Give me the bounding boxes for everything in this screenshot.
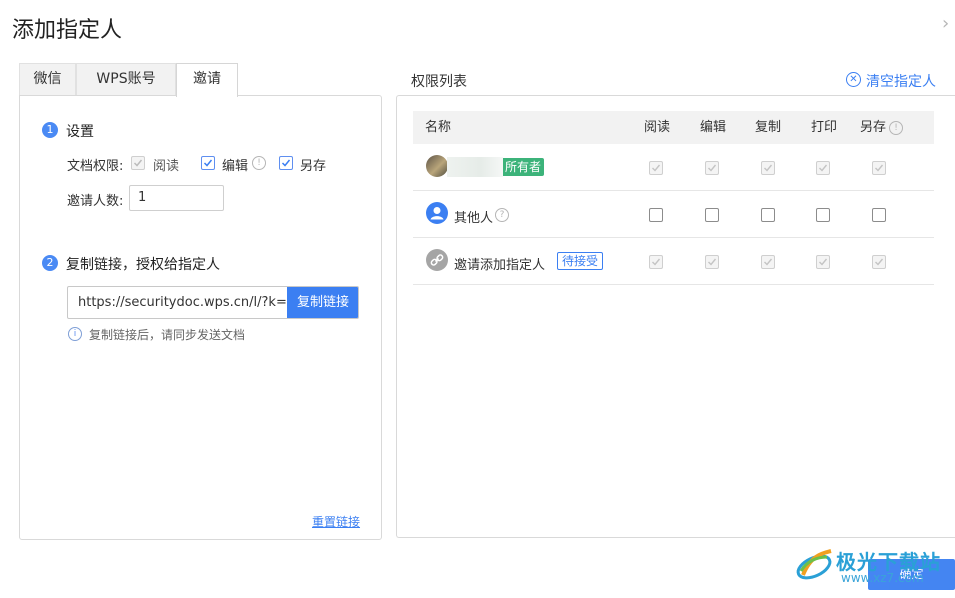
user-icon-avatar — [426, 202, 448, 224]
edit-checkbox[interactable] — [705, 208, 719, 222]
save-as-checkbox[interactable] — [279, 156, 293, 170]
step-2-number: 2 — [42, 255, 58, 271]
doc-permission-label: 文档权限: — [67, 159, 124, 174]
info-icon[interactable]: ? — [495, 208, 509, 222]
info-icon[interactable]: ! — [889, 121, 903, 135]
table-row: 邀请添加指定人 待接受 — [413, 238, 934, 285]
read-label: 阅读 — [153, 159, 180, 174]
print-checkbox[interactable] — [816, 208, 830, 222]
others-name: 其他人 — [454, 211, 494, 226]
edit-checkbox[interactable] — [201, 156, 215, 170]
permission-list-panel: 名称 阅读 编辑 复制 打印 另存 ! 所有者 其他人 ? 邀请添加指定人 待接… — [396, 95, 955, 538]
permission-table-header: 名称 阅读 编辑 复制 打印 另存 ! — [413, 111, 934, 144]
read-checkbox[interactable] — [649, 208, 663, 222]
link-icon-avatar — [426, 249, 448, 271]
tab-invite[interactable]: 邀请 — [176, 63, 238, 97]
column-print: 打印 — [811, 120, 838, 135]
column-name: 名称 — [425, 120, 452, 135]
save-as-checkbox — [872, 161, 886, 175]
clear-assignees-button[interactable]: 清空指定人 — [866, 71, 936, 91]
column-save-as: 另存 — [860, 120, 887, 135]
save-as-label: 另存 — [300, 159, 327, 174]
read-checkbox — [649, 255, 663, 269]
copy-checkbox[interactable] — [761, 208, 775, 222]
column-copy: 复制 — [755, 120, 782, 135]
invite-count-input[interactable]: 1 — [129, 185, 224, 211]
save-as-checkbox[interactable] — [872, 208, 886, 222]
permission-list-title: 权限列表 — [411, 74, 467, 90]
read-checkbox — [131, 156, 145, 170]
save-as-checkbox — [872, 255, 886, 269]
owner-badge: 所有者 — [503, 158, 545, 176]
copy-checkbox — [761, 255, 775, 269]
edit-label: 编辑 — [222, 159, 249, 174]
invite-link-field[interactable]: https://securitydoc.wps.cn/l/?k=9b 复制链接 — [67, 286, 359, 319]
info-icon[interactable]: ! — [252, 156, 266, 170]
invite-panel: 1 设置 文档权限: 阅读 编辑 ! 另存 邀请人数: 1 2 复制链接，授权给… — [19, 95, 382, 540]
column-edit: 编辑 — [700, 120, 727, 135]
step-1-title: 设置 — [66, 124, 94, 140]
step-1-number: 1 — [42, 122, 58, 138]
table-row: 其他人 ? — [413, 191, 934, 238]
tab-wps-account[interactable]: WPS账号 — [76, 63, 176, 95]
edit-checkbox — [705, 255, 719, 269]
edit-checkbox — [705, 161, 719, 175]
user-photo-avatar — [426, 155, 448, 177]
clear-circle-icon[interactable]: ✕ — [846, 72, 861, 87]
tab-wechat[interactable]: 微信 — [19, 63, 76, 95]
copy-checkbox — [761, 161, 775, 175]
copy-hint-text: 复制链接后，请同步发送文档 — [89, 328, 246, 342]
step-2-title: 复制链接，授权给指定人 — [66, 257, 220, 273]
table-row: 所有者 — [413, 144, 934, 191]
column-read: 阅读 — [644, 120, 671, 135]
close-icon[interactable]: › — [942, 14, 955, 34]
pending-badge: 待接受 — [557, 252, 604, 270]
dialog-title: 添加指定人 — [12, 18, 123, 43]
read-checkbox — [649, 161, 663, 175]
invite-link-value[interactable]: https://securitydoc.wps.cn/l/?k=9b — [68, 287, 287, 318]
copy-link-button[interactable]: 复制链接 — [287, 287, 358, 318]
reset-link-button[interactable]: 重置链接 — [312, 513, 360, 530]
print-checkbox — [816, 255, 830, 269]
invite-assignee-name: 邀请添加指定人 — [454, 258, 546, 273]
owner-name-redacted — [447, 157, 503, 177]
info-icon: i — [68, 327, 82, 341]
watermark-logo: 极光下载站 www.xz7.com — [793, 545, 948, 593]
invite-count-label: 邀请人数: — [67, 194, 124, 209]
print-checkbox — [816, 161, 830, 175]
watermark-url: www.xz7.com — [841, 571, 924, 585]
aurora-logo-icon — [796, 549, 832, 580]
